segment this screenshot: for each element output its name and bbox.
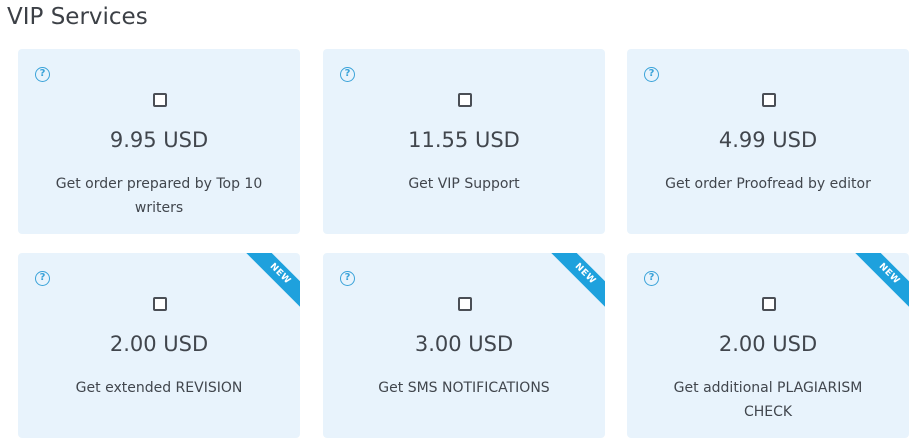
help-icon[interactable]: ? (35, 67, 50, 82)
new-badge: NEW (852, 253, 909, 311)
vip-card-proofread[interactable]: ? 4.99 USD Get order Proofread by editor (627, 49, 909, 234)
section-title: VIP Services (7, 4, 148, 30)
top-writers-checkbox[interactable] (153, 93, 167, 107)
help-icon[interactable]: ? (35, 271, 50, 286)
service-description: Get order Proofread by editor (665, 176, 871, 192)
sms-notifications-checkbox[interactable] (458, 297, 472, 311)
vip-support-checkbox[interactable] (458, 93, 472, 107)
service-price: 11.55 USD (408, 128, 520, 152)
vip-card-plagiarism-check[interactable]: ? NEW 2.00 USD Get additional PLAGIARISM… (627, 253, 909, 438)
service-price: 9.95 USD (109, 128, 209, 152)
help-icon[interactable]: ? (340, 67, 355, 82)
help-icon[interactable]: ? (340, 271, 355, 286)
service-price: 3.00 USD (414, 332, 514, 356)
vip-services-grid: ? 9.95 USD Get order prepared by Top 10 … (18, 49, 910, 439)
service-price: 2.00 USD (109, 332, 209, 356)
new-badge: NEW (548, 253, 605, 311)
service-description: Get additional PLAGIARISM CHECK (673, 380, 863, 420)
extended-revision-checkbox[interactable] (153, 297, 167, 311)
proofread-checkbox[interactable] (762, 93, 776, 107)
help-icon[interactable]: ? (644, 67, 659, 82)
vip-card-top-writers[interactable]: ? 9.95 USD Get order prepared by Top 10 … (18, 49, 300, 234)
new-badge: NEW (243, 253, 300, 311)
service-description: Get SMS NOTIFICATIONS (378, 380, 550, 396)
service-description: Get extended REVISION (75, 380, 243, 396)
plagiarism-check-checkbox[interactable] (762, 297, 776, 311)
vip-card-extended-revision[interactable]: ? NEW 2.00 USD Get extended REVISION (18, 253, 300, 438)
vip-card-sms-notifications[interactable]: ? NEW 3.00 USD Get SMS NOTIFICATIONS (323, 253, 605, 438)
service-price: 2.00 USD (718, 332, 818, 356)
service-description: Get order prepared by Top 10 writers (55, 176, 263, 216)
vip-card-vip-support[interactable]: ? 11.55 USD Get VIP Support (323, 49, 605, 234)
service-description: Get VIP Support (408, 176, 520, 192)
service-price: 4.99 USD (718, 128, 818, 152)
help-icon[interactable]: ? (644, 271, 659, 286)
